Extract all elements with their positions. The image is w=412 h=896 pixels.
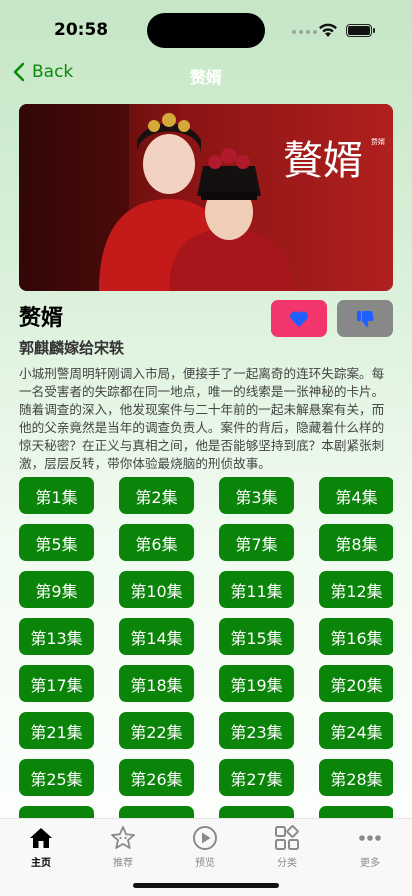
episode-button[interactable]: 第28集	[319, 759, 393, 796]
home-indicator	[133, 883, 279, 888]
episode-button[interactable]: 第20集	[319, 665, 393, 702]
episode-button[interactable]: 第30集	[119, 806, 194, 818]
heart-icon	[290, 310, 308, 327]
home-icon	[30, 828, 52, 848]
episode-button[interactable]: 第7集	[219, 524, 294, 561]
poster-caption-small: 赘婿	[371, 137, 385, 146]
signal-icon	[292, 30, 317, 34]
tab-more[interactable]: 更多	[340, 825, 400, 869]
episode-button[interactable]: 第11集	[219, 571, 294, 608]
more-icon	[359, 835, 381, 841]
tab-category[interactable]: 分类	[257, 825, 317, 869]
drama-title: 赘婿	[19, 306, 64, 331]
episode-button[interactable]: 第9集	[19, 571, 94, 608]
episode-button[interactable]: 第29集	[19, 806, 94, 818]
tab-home-label: 主页	[31, 858, 51, 869]
drama-description: 小城刑警周明轩刚调入市局，便接手了一起离奇的连环失踪案。每一名受害者的失踪都在同…	[19, 366, 385, 471]
episode-button[interactable]: 第3集	[219, 477, 294, 514]
episode-button[interactable]: 第2集	[119, 477, 194, 514]
tab-recommend-label: 推荐	[113, 858, 133, 869]
wifi-icon	[319, 23, 337, 37]
episode-button[interactable]: 第16集	[319, 618, 393, 655]
episode-button[interactable]: 第21集	[19, 712, 94, 749]
episode-button[interactable]: 第8集	[319, 524, 393, 561]
episode-button[interactable]: 第14集	[119, 618, 194, 655]
like-button[interactable]	[271, 300, 327, 337]
episode-button[interactable]: 第23集	[219, 712, 294, 749]
episode-button[interactable]: 第32集	[319, 806, 393, 818]
battery-icon	[346, 24, 375, 37]
episode-button[interactable]: 第18集	[119, 665, 194, 702]
dynamic-island	[147, 13, 265, 48]
nav-bar: Back 赘婿	[0, 56, 412, 92]
episode-button[interactable]: 第12集	[319, 571, 393, 608]
status-time: 20:58	[54, 20, 109, 40]
thumbs-down-icon	[357, 310, 374, 327]
tab-preview[interactable]: 预览	[175, 825, 235, 869]
episode-button[interactable]: 第31集	[219, 806, 294, 818]
episode-button[interactable]: 第25集	[19, 759, 94, 796]
star-icon	[111, 826, 135, 849]
episode-list: 第1集 第2集 第3集 第4集 第5集 第6集 第7集 第8集 第9集 第10集 第11集 第12集第…	[19, 477, 393, 818]
grid-icon	[275, 825, 299, 850]
play-icon	[193, 826, 217, 850]
episode-button[interactable]: 第26集	[119, 759, 194, 796]
poster-caption-big: 贅婿	[283, 138, 363, 184]
episode-button[interactable]: 第1集	[19, 477, 94, 514]
episode-button[interactable]: 第5集	[19, 524, 94, 561]
episode-button[interactable]: 第27集	[219, 759, 294, 796]
episode-button[interactable]: 第19集	[219, 665, 294, 702]
tab-more-label: 更多	[360, 858, 380, 869]
poster-image[interactable]: 贅婿 赘婿	[19, 104, 393, 291]
episode-button[interactable]: 第4集	[319, 477, 393, 514]
episode-button[interactable]: 第22集	[119, 712, 194, 749]
page-title: 赘婿	[189, 68, 222, 87]
episode-button[interactable]: 第10集	[119, 571, 194, 608]
tab-recommend[interactable]: 推荐	[93, 825, 153, 869]
tab-category-label: 分类	[277, 858, 297, 869]
episode-button[interactable]: 第13集	[19, 618, 94, 655]
status-bar: 20:58	[0, 0, 412, 56]
episode-button[interactable]: 第24集	[319, 712, 393, 749]
episode-button[interactable]: 第15集	[219, 618, 294, 655]
tab-preview-label: 预览	[195, 858, 215, 869]
episode-button[interactable]: 第6集	[119, 524, 194, 561]
tab-home[interactable]: 主页	[11, 825, 71, 869]
drama-cast: 郭麒麟嫁给宋轶	[19, 339, 125, 357]
dislike-button[interactable]	[337, 300, 393, 337]
episode-button[interactable]: 第17集	[19, 665, 94, 702]
